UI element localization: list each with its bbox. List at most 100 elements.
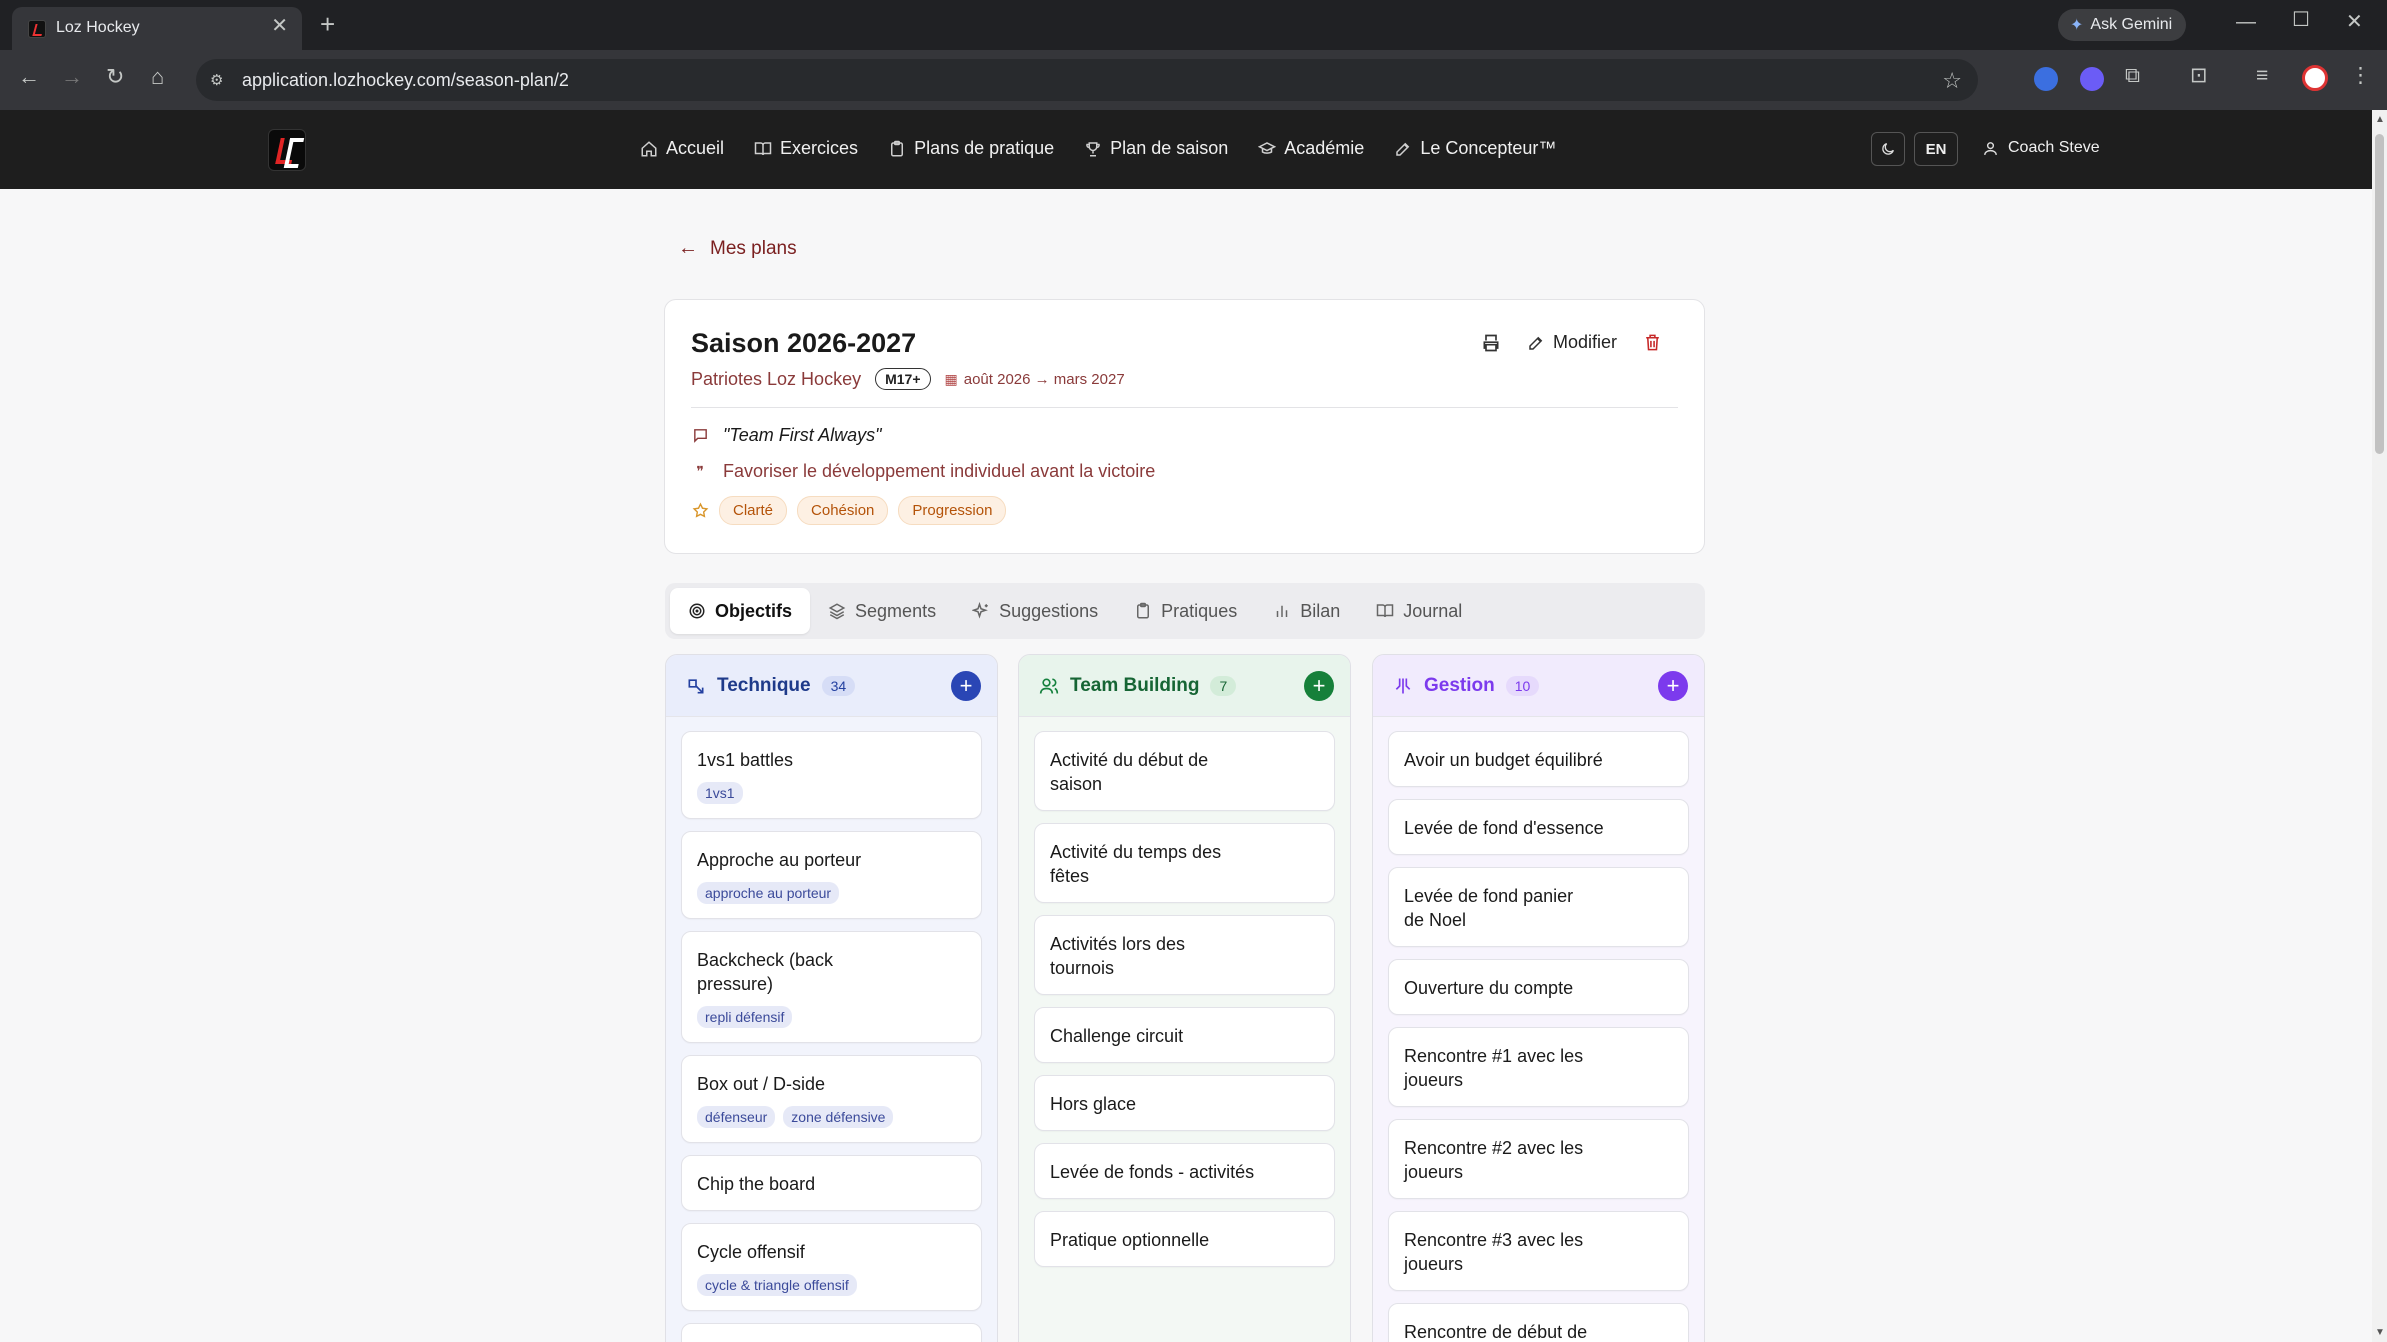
objective-title: Chip the board	[697, 1174, 816, 1194]
tab-label: Segments	[855, 600, 937, 621]
delete-button[interactable]	[1643, 333, 1662, 352]
nav-label: Accueil	[666, 138, 725, 158]
extensions-puzzle-icon[interactable]: ⧉	[2125, 65, 2140, 86]
reload-icon[interactable]: ↻	[106, 66, 124, 88]
tab-bilan[interactable]: Bilan	[1255, 588, 1358, 634]
extension-icon[interactable]	[2080, 67, 2104, 91]
objective-card[interactable]: Levée de fonds - activités	[1034, 1143, 1335, 1199]
objective-card[interactable]: Approche au porteur approche au porteur	[681, 831, 982, 919]
nav-item-le-concepteur[interactable]: Le Concepteur™	[1394, 138, 1556, 159]
page-scrollbar[interactable]: ▲ ▼	[2372, 110, 2387, 1342]
scroll-thumb[interactable]	[2375, 134, 2384, 454]
objective-card[interactable]: Pratique optionnelle	[1034, 1211, 1335, 1267]
objective-title: Activités lors des tournois	[1050, 934, 1186, 978]
profile-avatar[interactable]	[2302, 65, 2328, 91]
nav-label: Plan de saison	[1110, 138, 1229, 158]
objective-card[interactable]: Avoir un budget équilibré	[1388, 731, 1689, 787]
objective-card[interactable]: Activité du temps des fêtes	[1034, 823, 1335, 903]
value-chip: Progression	[898, 496, 1007, 525]
nav-item-plans-de-pratique[interactable]: Plans de pratique	[888, 138, 1054, 159]
objective-card[interactable]: Hors glace	[1034, 1075, 1335, 1131]
user-name: Coach Steve	[2008, 139, 2100, 156]
objective-card[interactable]: Levée de fond d'essence	[1388, 799, 1689, 855]
quote-icon: ❞	[696, 463, 704, 479]
app-header: Accueil Exercices Plans de pratique Plan…	[0, 110, 2372, 189]
address-bar[interactable]: ⚙ application.lozhockey.com/season-plan/…	[196, 59, 1978, 101]
objective-title: Rencontre #1 avec les joueurs	[1404, 1046, 1584, 1090]
nav-item-exercices[interactable]: Exercices	[754, 138, 858, 159]
extension-icon[interactable]	[2034, 67, 2058, 91]
back-arrow-icon[interactable]: ←	[18, 66, 40, 88]
objective-title: Activité du temps des fêtes	[1050, 842, 1222, 886]
objective-card[interactable]: Box out / D-side défenseur zone défensiv…	[681, 1055, 982, 1143]
objective-card[interactable]: Rencontre #1 avec les joueurs	[1388, 1027, 1689, 1107]
site-settings-icon[interactable]: ⚙	[210, 71, 228, 89]
column-count-badge: 7	[1210, 675, 1237, 696]
tab-pratiques[interactable]: Pratiques	[1116, 588, 1255, 634]
objective-card[interactable]: Rencontre de début de	[1388, 1303, 1689, 1342]
browser-chrome: Loz Hockey ✕ + ✦ Ask Gemini — ☐ ✕ ← → ↻ …	[0, 0, 2387, 110]
edit-label: Modifier	[1552, 332, 1617, 352]
nav-label: Le Concepteur™	[1420, 138, 1557, 158]
nav-item-plan-de-saison[interactable]: Plan de saison	[1084, 138, 1228, 159]
column-gestion: Gestion 10 + Avoir un budget équilibré L…	[1372, 654, 1705, 1342]
print-button[interactable]	[1481, 333, 1501, 353]
ask-gemini-button[interactable]: ✦ Ask Gemini	[2058, 9, 2187, 41]
tab-objectifs[interactable]: Objectifs	[670, 588, 811, 634]
browser-tab[interactable]: Loz Hockey ✕	[12, 7, 302, 50]
theme-toggle-button[interactable]	[1871, 132, 1905, 166]
home-icon[interactable]: ⌂	[151, 66, 164, 88]
forward-arrow-icon[interactable]: →	[61, 66, 83, 88]
bookmark-star-icon[interactable]: ☆	[1942, 68, 1962, 94]
language-toggle-button[interactable]: EN	[1914, 132, 1958, 166]
menu-dots-icon[interactable]: ⋮	[2350, 65, 2371, 86]
add-objective-button[interactable]: +	[1304, 670, 1334, 701]
minimize-icon[interactable]: —	[2236, 12, 2256, 32]
back-to-plans-link[interactable]: ← Mes plans	[678, 237, 797, 260]
tab-suggestions[interactable]: Suggestions	[954, 588, 1116, 634]
objective-card[interactable]: Challenge circuit	[1034, 1007, 1335, 1063]
tab-journal[interactable]: Journal	[1358, 588, 1480, 634]
objective-card[interactable]: 1vs1 battles 1vs1	[681, 731, 982, 819]
date-range-text: août 2026 → mars 2027	[963, 370, 1125, 388]
add-objective-button[interactable]: +	[951, 670, 981, 701]
user-menu[interactable]: Coach Steve	[1982, 139, 2100, 157]
objective-card[interactable]: Levée de fond panier de Noel	[1388, 867, 1689, 947]
trophy-icon	[1086, 141, 1101, 156]
loz-hockey-logo[interactable]	[268, 129, 306, 171]
maximize-icon[interactable]: ☐	[2292, 10, 2310, 30]
tab-label: Objectifs	[715, 600, 793, 621]
close-tab-icon[interactable]: ✕	[271, 16, 288, 36]
objective-card[interactable]: Rencontre #3 avec les joueurs	[1388, 1211, 1689, 1291]
edit-button[interactable]: Modifier	[1527, 332, 1617, 353]
objective-card[interactable]: Chip the board	[681, 1155, 982, 1211]
team-name: Patriotes Loz Hockey	[691, 368, 862, 389]
new-tab-button[interactable]: +	[320, 11, 335, 37]
objective-card[interactable]: Ouverture du compte	[1388, 959, 1689, 1015]
tab-search-icon[interactable]: ⊡	[2190, 65, 2208, 86]
objective-title: Rencontre #2 avec les joueurs	[1404, 1138, 1584, 1182]
nav-item-academie[interactable]: Académie	[1258, 138, 1364, 159]
close-window-icon[interactable]: ✕	[2346, 12, 2363, 32]
nav-item-accueil[interactable]: Accueil	[640, 138, 724, 159]
objective-card[interactable]: Backcheck (back pressure) repli défensif	[681, 931, 982, 1043]
back-link-label: Mes plans	[710, 237, 797, 259]
media-controls-icon[interactable]: ≡	[2256, 65, 2268, 86]
calendar-icon: ▦	[944, 370, 958, 387]
objective-card[interactable]: Cycle offensif cycle & triangle offensif	[681, 1223, 982, 1311]
objective-card[interactable]: Activités lors des tournois	[1034, 915, 1335, 995]
scroll-down-icon[interactable]: ▼	[2375, 1327, 2385, 1338]
tab-segments[interactable]: Segments	[810, 588, 954, 634]
column-count-badge: 34	[821, 675, 856, 696]
philosophy-row: ❞ Favoriser le développement individuel …	[691, 461, 1155, 482]
objective-tag: 1vs1	[697, 782, 743, 804]
objective-card[interactable]	[681, 1323, 982, 1342]
objective-tag: défenseur	[697, 1106, 776, 1128]
add-objective-button[interactable]: +	[1658, 670, 1688, 701]
objective-card[interactable]: Activité du début de saison	[1034, 731, 1335, 811]
moon-icon	[1882, 143, 1894, 155]
scroll-up-icon[interactable]: ▲	[2375, 114, 2385, 125]
plan-meta: Patriotes Loz Hockey M17+ ▦ août 2026 → …	[691, 368, 1125, 390]
philosophy-text: Favoriser le développement individuel av…	[723, 461, 1156, 481]
objective-card[interactable]: Rencontre #2 avec les joueurs	[1388, 1119, 1689, 1199]
